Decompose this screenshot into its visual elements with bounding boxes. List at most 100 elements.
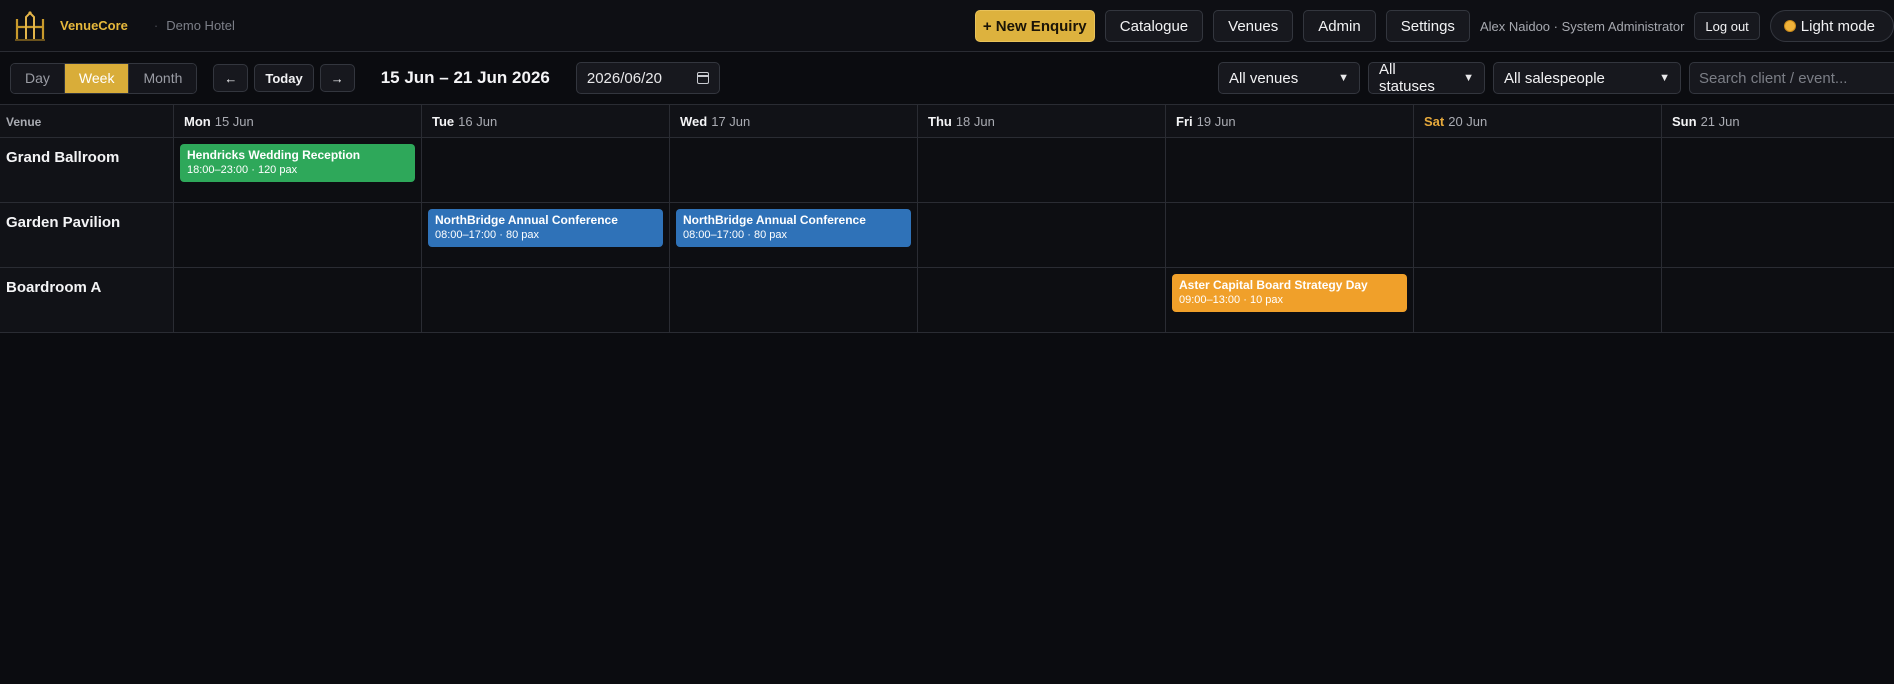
calendar-cell[interactable]: NorthBridge Annual Conference 08:00–17:0…	[670, 203, 918, 267]
date-picker-value: 2026/06/20	[586, 69, 662, 87]
venue-row: Boardroom A Aster Capital Board Strategy…	[0, 268, 1894, 333]
day-date: 19 Jun	[1196, 114, 1236, 129]
event-title: Aster Capital Board Strategy Day	[1179, 278, 1368, 292]
previous-week-button[interactable]: ←	[213, 64, 249, 92]
venue-column-header: Venue	[0, 105, 174, 137]
day-name: Mon	[184, 114, 211, 129]
day-name: Sat	[1424, 114, 1445, 129]
new-enquiry-button[interactable]: + New Enquiry	[974, 10, 1095, 42]
event-card[interactable]: Aster Capital Board Strategy Day 09:00–1…	[1172, 274, 1407, 312]
day-name: Thu	[928, 114, 952, 129]
theme-toggle-label: Light mode	[1800, 17, 1875, 35]
status-filter-select[interactable]: All statuses ▼	[1368, 61, 1485, 95]
calendar-cell[interactable]	[1662, 203, 1892, 267]
calendar-cell[interactable]	[1414, 268, 1662, 332]
salesperson-filter-value: All salespeople	[1504, 69, 1605, 87]
event-card[interactable]: Hendricks Wedding Reception 18:00–23:00 …	[180, 144, 415, 182]
search-input[interactable]: Search client / event...	[1689, 62, 1894, 94]
day-date: 17 Jun	[711, 114, 751, 129]
view-switcher: Day Week Month	[10, 62, 198, 94]
venue-row: Grand Ballroom Hendricks Wedding Recepti…	[0, 138, 1894, 203]
status-filter-value: All statuses	[1379, 61, 1435, 95]
event-detail: 09:00–13:00 · 10 pax	[1179, 294, 1283, 306]
calendar-cell[interactable]	[422, 138, 670, 202]
calendar-cell[interactable]	[1662, 268, 1892, 332]
today-button[interactable]: Today	[254, 64, 314, 92]
day-header-sun: Sun 21 Jun	[1662, 105, 1892, 137]
week-calendar-grid: Venue Mon 15 Jun Tue 16 Jun Wed 17 Jun Thu 1…	[0, 104, 1894, 333]
event-card[interactable]: NorthBridge Annual Conference 08:00–17:0…	[676, 209, 911, 247]
event-detail: 08:00–17:00 · 80 pax	[683, 229, 787, 241]
day-date: 21 Jun	[1700, 114, 1740, 129]
date-picker-input[interactable]: 2026/06/20	[575, 62, 720, 94]
hotel-logo-icon[interactable]	[12, 8, 48, 44]
day-date: 16 Jun	[458, 114, 498, 129]
calendar-cell[interactable]: Aster Capital Board Strategy Day 09:00–1…	[1166, 268, 1414, 332]
day-header-tue: Tue 16 Jun	[422, 105, 670, 137]
theme-toggle-button[interactable]: Light mode	[1769, 10, 1894, 42]
day-date: 15 Jun	[214, 114, 254, 129]
event-title: Hendricks Wedding Reception	[187, 148, 361, 162]
day-header-sat: Sat 20 Jun	[1414, 105, 1662, 137]
event-detail: 18:00–23:00 · 120 pax	[187, 164, 298, 176]
day-date: 18 Jun	[955, 114, 995, 129]
venue-filter-value: All venues	[1229, 69, 1299, 87]
venues-button[interactable]: Venues	[1213, 10, 1294, 42]
calendar-cell[interactable]	[918, 138, 1166, 202]
calendar-cell[interactable]	[1166, 203, 1414, 267]
day-name: Tue	[432, 114, 455, 129]
search-placeholder: Search client / event...	[1699, 69, 1848, 87]
catalogue-button[interactable]: Catalogue	[1104, 10, 1204, 42]
brand-name[interactable]: VenueCore	[60, 18, 128, 33]
venue-name: Garden Pavilion	[0, 203, 174, 267]
calendar-cell[interactable]	[1166, 138, 1414, 202]
current-user: Alex Naidoo · System Administrator	[1479, 18, 1685, 34]
sun-icon	[1784, 21, 1795, 31]
salesperson-filter-select[interactable]: All salespeople ▼	[1493, 62, 1681, 94]
calendar-cell[interactable]	[1414, 138, 1662, 202]
date-range-title: 15 Jun – 21 Jun 2026	[380, 68, 550, 87]
view-week-button[interactable]: Week	[63, 63, 129, 93]
calendar-cell[interactable]	[422, 268, 670, 332]
venue-name: Boardroom A	[0, 268, 174, 332]
grid-header-row: Venue Mon 15 Jun Tue 16 Jun Wed 17 Jun Thu 1…	[0, 105, 1894, 138]
next-week-button[interactable]: →	[319, 64, 355, 92]
calendar-cell[interactable]	[918, 268, 1166, 332]
day-date: 20 Jun	[1448, 114, 1488, 129]
calendar-cell[interactable]: NorthBridge Annual Conference 08:00–17:0…	[422, 203, 670, 267]
day-header-wed: Wed 17 Jun	[670, 105, 918, 137]
calendar-cell[interactable]	[1414, 203, 1662, 267]
venue-name: Grand Ballroom	[0, 138, 174, 202]
calendar-cell[interactable]	[174, 268, 422, 332]
logout-button[interactable]: Log out	[1694, 12, 1760, 40]
calendar-cell[interactable]	[174, 203, 422, 267]
venue-filter-select[interactable]: All venues ▼	[1218, 62, 1360, 94]
event-title: NorthBridge Annual Conference	[435, 213, 618, 227]
chevron-down-icon: ▼	[1659, 72, 1670, 84]
calendar-icon[interactable]	[696, 72, 709, 84]
calendar-cell[interactable]: Hendricks Wedding Reception 18:00–23:00 …	[174, 138, 422, 202]
top-bar: VenueCore Demo Hotel + New Enquiry Catal…	[0, 0, 1894, 52]
view-day-button[interactable]: Day	[11, 63, 64, 93]
calendar-toolbar: Day Week Month ← Today → 15 Jun – 21 Jun…	[0, 52, 1894, 104]
day-header-thu: Thu 18 Jun	[918, 105, 1166, 137]
event-card[interactable]: NorthBridge Annual Conference 08:00–17:0…	[428, 209, 663, 247]
calendar-cell[interactable]	[670, 268, 918, 332]
day-name: Fri	[1176, 114, 1193, 129]
day-name: Sun	[1672, 114, 1697, 129]
chevron-down-icon: ▼	[1463, 72, 1474, 84]
calendar-cell[interactable]	[918, 203, 1166, 267]
settings-button[interactable]: Settings	[1385, 10, 1470, 42]
top-actions: + New Enquiry Catalogue Venues Admin Set…	[974, 0, 1894, 52]
admin-button[interactable]: Admin	[1303, 10, 1376, 42]
day-header-mon: Mon 15 Jun	[174, 105, 422, 137]
venue-row: Garden Pavilion NorthBridge Annual Confe…	[0, 203, 1894, 268]
day-name: Wed	[680, 114, 708, 129]
hotel-name: Demo Hotel	[152, 18, 235, 33]
filters: All venues ▼ All statuses ▼ All salespeo…	[1218, 52, 1894, 104]
view-month-button[interactable]: Month	[128, 63, 197, 93]
calendar-cell[interactable]	[1662, 138, 1892, 202]
chevron-down-icon: ▼	[1338, 72, 1349, 84]
calendar-cell[interactable]	[670, 138, 918, 202]
day-header-fri: Fri 19 Jun	[1166, 105, 1414, 137]
